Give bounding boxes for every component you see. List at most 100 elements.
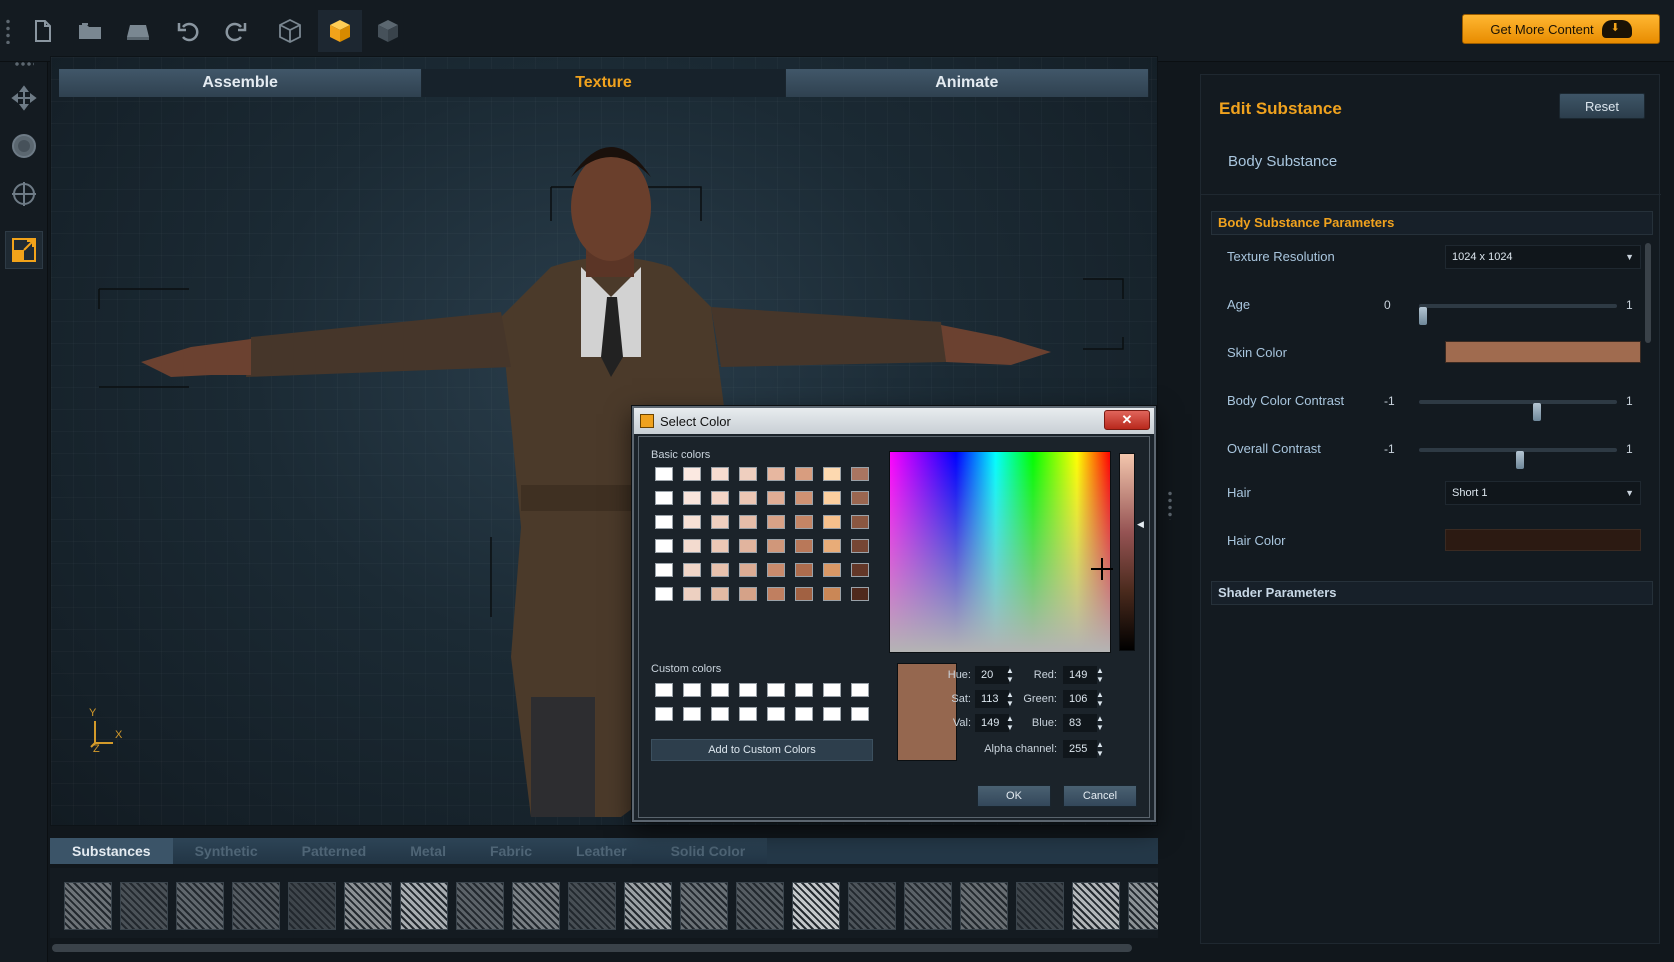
material-swatch[interactable] <box>1128 882 1158 930</box>
blue-input[interactable]: 83 <box>1063 714 1097 732</box>
material-swatch[interactable] <box>64 882 112 930</box>
basic-color-cell[interactable] <box>767 563 785 577</box>
basic-color-cell[interactable] <box>739 587 757 601</box>
reset-button[interactable]: Reset <box>1559 93 1645 119</box>
material-swatch[interactable] <box>624 882 672 930</box>
custom-color-cell[interactable] <box>683 707 701 721</box>
red-spinner-icon[interactable]: ▲ ▼ <box>1095 666 1105 684</box>
custom-color-cell[interactable] <box>767 683 785 697</box>
body-color-contrast-slider-track[interactable] <box>1419 400 1617 421</box>
basic-color-cell[interactable] <box>795 467 813 481</box>
value-luminance-bar[interactable] <box>1119 453 1135 651</box>
red-input[interactable]: 149 <box>1063 666 1097 684</box>
basic-color-cell[interactable] <box>795 563 813 577</box>
basic-color-cell[interactable] <box>767 467 785 481</box>
basic-color-cell[interactable] <box>739 491 757 505</box>
custom-color-cell[interactable] <box>823 707 841 721</box>
move-tool-button[interactable] <box>6 80 42 116</box>
tab-substances[interactable]: Substances <box>50 838 173 864</box>
basic-color-cell[interactable] <box>655 587 673 601</box>
material-swatch[interactable] <box>120 882 168 930</box>
custom-color-cell[interactable] <box>711 683 729 697</box>
tab-leather[interactable]: Leather <box>554 838 649 864</box>
body-color-contrast-slider-thumb[interactable] <box>1533 403 1541 421</box>
basic-color-cell[interactable] <box>683 515 701 529</box>
cancel-button[interactable]: Cancel <box>1063 785 1137 807</box>
overall-contrast-slider-thumb[interactable] <box>1516 451 1524 469</box>
basic-color-cell[interactable] <box>851 587 869 601</box>
material-swatch[interactable] <box>904 882 952 930</box>
basic-color-cell[interactable] <box>711 587 729 601</box>
overall-contrast-slider-track[interactable] <box>1419 448 1617 469</box>
basic-color-cell[interactable] <box>711 467 729 481</box>
blue-spinner-icon[interactable]: ▲ ▼ <box>1095 714 1105 732</box>
custom-color-cell[interactable] <box>711 707 729 721</box>
material-swatch[interactable] <box>400 882 448 930</box>
target-tool-button[interactable] <box>6 176 42 212</box>
basic-color-cell[interactable] <box>823 563 841 577</box>
rotate-tool-button[interactable] <box>6 128 42 164</box>
luminance-pointer-icon[interactable]: ◀ <box>1137 519 1144 530</box>
open-button[interactable] <box>68 10 112 52</box>
alpha-spinner-icon[interactable]: ▲ ▼ <box>1095 740 1105 758</box>
basic-color-cell[interactable] <box>655 467 673 481</box>
basic-color-cell[interactable] <box>739 467 757 481</box>
undo-button[interactable] <box>166 10 210 52</box>
basic-color-cell[interactable] <box>823 539 841 553</box>
material-swatch[interactable] <box>1072 882 1120 930</box>
save-button[interactable] <box>116 10 160 52</box>
solid-view-button[interactable] <box>318 10 362 52</box>
shader-parameters-header[interactable]: Shader Parameters <box>1211 581 1653 605</box>
custom-color-cell[interactable] <box>823 683 841 697</box>
basic-color-cell[interactable] <box>767 491 785 505</box>
basic-color-cell[interactable] <box>795 515 813 529</box>
panel-splitter-handle[interactable] <box>1168 490 1172 520</box>
basic-color-cell[interactable] <box>823 491 841 505</box>
basic-color-cell[interactable] <box>683 491 701 505</box>
custom-color-cell[interactable] <box>767 707 785 721</box>
tab-synthetic[interactable]: Synthetic <box>173 838 280 864</box>
custom-color-cell[interactable] <box>655 707 673 721</box>
material-swatch[interactable] <box>1016 882 1064 930</box>
basic-color-cell[interactable] <box>739 539 757 553</box>
custom-color-cell[interactable] <box>851 683 869 697</box>
material-swatch[interactable] <box>792 882 840 930</box>
custom-color-cell[interactable] <box>739 683 757 697</box>
material-swatch[interactable] <box>232 882 280 930</box>
basic-color-cell[interactable] <box>823 587 841 601</box>
tab-metal[interactable]: Metal <box>388 838 468 864</box>
toolbar-grip[interactable] <box>6 18 10 44</box>
add-to-custom-colors-button[interactable]: Add to Custom Colors <box>651 739 873 761</box>
basic-color-cell[interactable] <box>655 491 673 505</box>
material-swatch[interactable] <box>288 882 336 930</box>
basic-color-cell[interactable] <box>683 539 701 553</box>
hue-saturation-spectrum[interactable] <box>889 451 1113 653</box>
basic-color-cell[interactable] <box>851 515 869 529</box>
basic-color-cell[interactable] <box>823 467 841 481</box>
age-slider-thumb[interactable] <box>1419 307 1427 325</box>
age-slider-track[interactable] <box>1419 304 1617 325</box>
basic-color-cell[interactable] <box>711 491 729 505</box>
basic-color-cell[interactable] <box>851 467 869 481</box>
basic-color-cell[interactable] <box>823 515 841 529</box>
basic-color-cell[interactable] <box>683 467 701 481</box>
custom-color-cell[interactable] <box>655 683 673 697</box>
material-swatch[interactable] <box>176 882 224 930</box>
basic-color-cell[interactable] <box>767 515 785 529</box>
custom-color-cell[interactable] <box>739 707 757 721</box>
new-file-button[interactable] <box>20 10 64 52</box>
material-swatch[interactable] <box>736 882 784 930</box>
basic-color-cell[interactable] <box>851 539 869 553</box>
basic-color-cell[interactable] <box>655 563 673 577</box>
basic-color-cell[interactable] <box>683 587 701 601</box>
alpha-input[interactable]: 255 <box>1063 740 1097 758</box>
basic-color-cell[interactable] <box>683 563 701 577</box>
parameters-vertical-scrollbar[interactable] <box>1645 243 1651 343</box>
basic-color-cell[interactable] <box>795 491 813 505</box>
green-spinner-icon[interactable]: ▲ ▼ <box>1095 690 1105 708</box>
basic-color-cell[interactable] <box>795 539 813 553</box>
custom-color-cell[interactable] <box>795 683 813 697</box>
tab-solid-color[interactable]: Solid Color <box>649 838 768 864</box>
material-swatch[interactable] <box>512 882 560 930</box>
hair-dropdown[interactable]: Short 1 ▼ <box>1445 481 1641 505</box>
